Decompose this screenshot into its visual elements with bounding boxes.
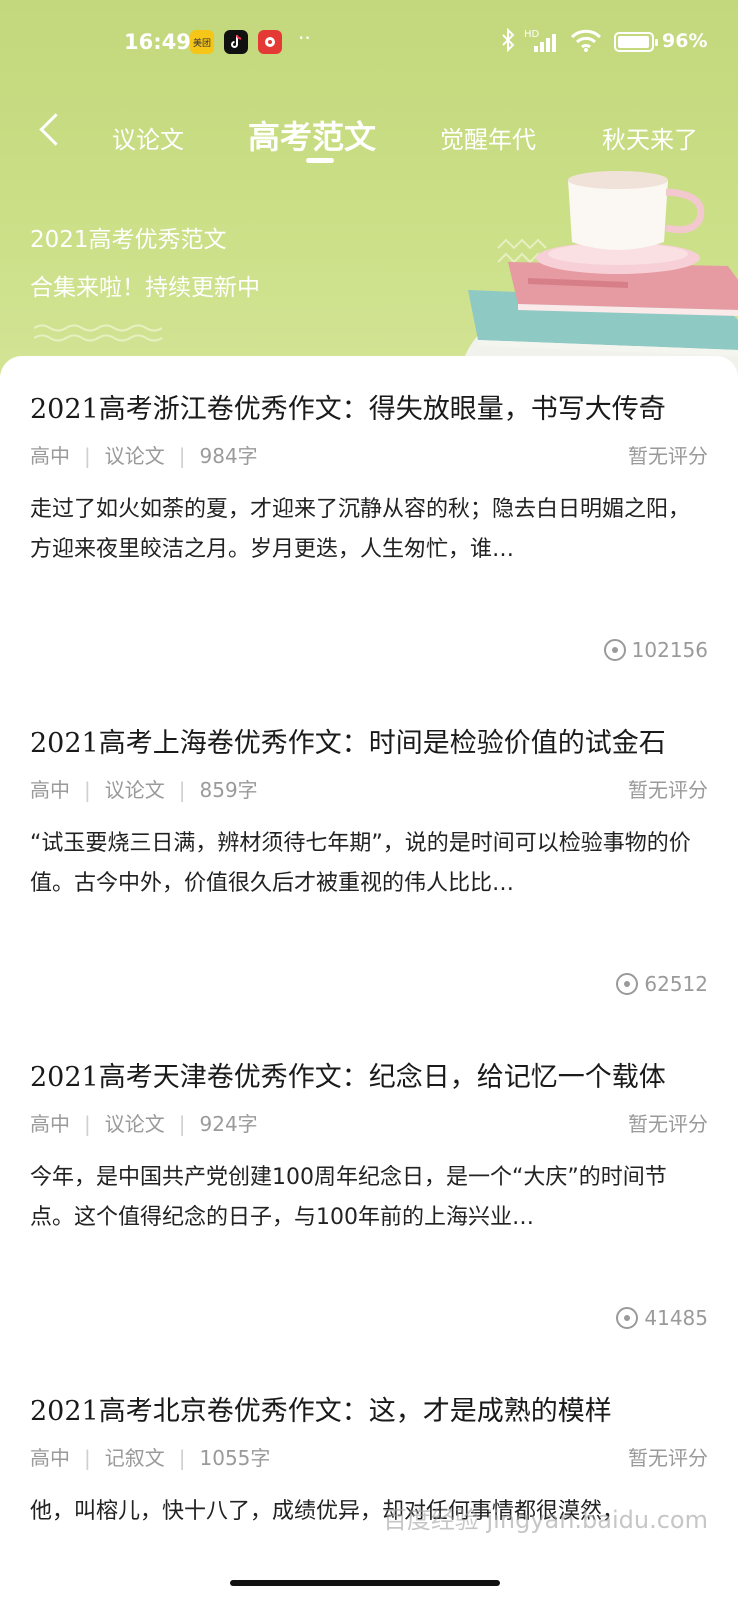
article-genre: 议论文: [104, 444, 165, 468]
article-level: 高中: [30, 444, 70, 468]
tiktok-icon: [224, 30, 248, 54]
article-word-count: 984字: [199, 444, 258, 468]
article-word-count: 924字: [199, 1112, 258, 1136]
article-genre: 议论文: [104, 1112, 165, 1136]
meituan-icon: 美团: [190, 30, 214, 54]
banner-title: 2021高考优秀范文: [30, 227, 227, 253]
article-excerpt: 走过了如火如荼的夏，才迎来了沉静从容的秋；隐去白日明媚之阳，方迎来夜里皎洁之月。…: [30, 497, 691, 562]
view-count: 102156: [631, 638, 708, 662]
home-indicator[interactable]: [230, 1580, 500, 1586]
article-card[interactable]: 2021高考上海卷优秀作文：时间是检验价值的试金石 高中 | 议论文 | 859字 暂无…: [30, 726, 708, 996]
article-title[interactable]: 2021高考天津卷优秀作文：纪念日，给记忆一个载体: [30, 1060, 708, 1096]
view-count: 41485: [644, 1306, 708, 1330]
teacup-books-illustration: [458, 171, 738, 380]
eye-icon: [616, 1307, 639, 1329]
article-word-count: 1055字: [199, 1446, 271, 1470]
bluetooth-icon: [500, 27, 516, 57]
article-rating: 暂无评分: [628, 778, 708, 802]
article-genre: 议论文: [104, 778, 165, 802]
wifi-icon: [570, 28, 602, 58]
watermark: 百度经验 jingyan.baidu.com: [382, 1506, 708, 1534]
category-tabs: 议论文 高考范文 觉醒年代 秋天来了: [0, 108, 738, 168]
article-rating: 暂无评分: [628, 444, 708, 468]
more-notifications-icon: ··: [298, 26, 311, 50]
red-app-icon: [258, 30, 282, 54]
article-title[interactable]: 2021高考上海卷优秀作文：时间是检验价值的试金石: [30, 726, 708, 762]
signal-icon: [534, 34, 556, 52]
article-meta: 高中 | 议论文 | 859字 暂无评分: [30, 774, 708, 804]
article-card[interactable]: 2021高考天津卷优秀作文：纪念日，给记忆一个载体 高中 | 议论文 | 924字 暂无…: [30, 1060, 708, 1330]
article-meta: 高中 | 记叙文 | 1055字 暂无评分: [30, 1442, 708, 1472]
article-meta: 高中 | 议论文 | 984字 暂无评分: [30, 440, 708, 470]
article-excerpt: “试玉要烧三日满，辨材须待七年期”，说的是时间可以检验事物的价值。古今中外，价值…: [30, 831, 691, 896]
view-count: 62512: [644, 972, 708, 996]
article-meta: 高中 | 议论文 | 924字 暂无评分: [30, 1108, 708, 1138]
wave-decoration: [34, 324, 163, 342]
article-views: 62512: [616, 972, 708, 996]
article-card[interactable]: 2021高考浙江卷优秀作文：得失放眼量，书写大传奇 高中 | 议论文 | 984字 暂无…: [30, 392, 708, 662]
status-time: 16:49: [124, 30, 191, 54]
article-level: 高中: [30, 778, 70, 802]
tab-awakening-age[interactable]: 觉醒年代: [440, 120, 536, 155]
article-genre: 记叙文: [104, 1446, 165, 1470]
banner-subtitle: 合集来啦！持续更新中: [30, 275, 260, 301]
article-title[interactable]: 2021高考浙江卷优秀作文：得失放眼量，书写大传奇: [30, 392, 708, 428]
article-list: 2021高考浙江卷优秀作文：得失放眼量，书写大传奇 高中 | 议论文 | 984字 暂无…: [0, 356, 738, 1600]
article-excerpt: 今年，是中国共产党创建100周年纪念日，是一个“大庆”的时间节点。这个值得纪念的…: [30, 1165, 667, 1230]
article-views: 102156: [603, 638, 708, 662]
article-word-count: 859字: [199, 778, 258, 802]
eye-icon: [603, 639, 626, 661]
eye-icon: [616, 973, 639, 995]
article-rating: 暂无评分: [628, 1112, 708, 1136]
active-tab-indicator: [306, 158, 334, 163]
status-bar: 16:49 美团 ·· HD 96%: [0, 26, 738, 60]
article-level: 高中: [30, 1112, 70, 1136]
tab-autumn[interactable]: 秋天来了: [602, 120, 698, 155]
battery-icon: [614, 32, 658, 52]
tab-gaokao-essays[interactable]: 高考范文: [248, 112, 376, 158]
battery-percent: 96%: [662, 30, 708, 52]
battery-level: [618, 36, 649, 48]
article-views: 41485: [616, 1306, 708, 1330]
tab-argumentative[interactable]: 议论文: [112, 120, 184, 155]
article-level: 高中: [30, 1446, 70, 1470]
header-banner: 16:49 美团 ·· HD 96% 议论文 高考范文 觉醒年代 秋天来了 20…: [0, 0, 738, 380]
article-rating: 暂无评分: [628, 1446, 708, 1470]
article-title[interactable]: 2021高考北京卷优秀作文：这，才是成熟的模样: [30, 1394, 708, 1430]
